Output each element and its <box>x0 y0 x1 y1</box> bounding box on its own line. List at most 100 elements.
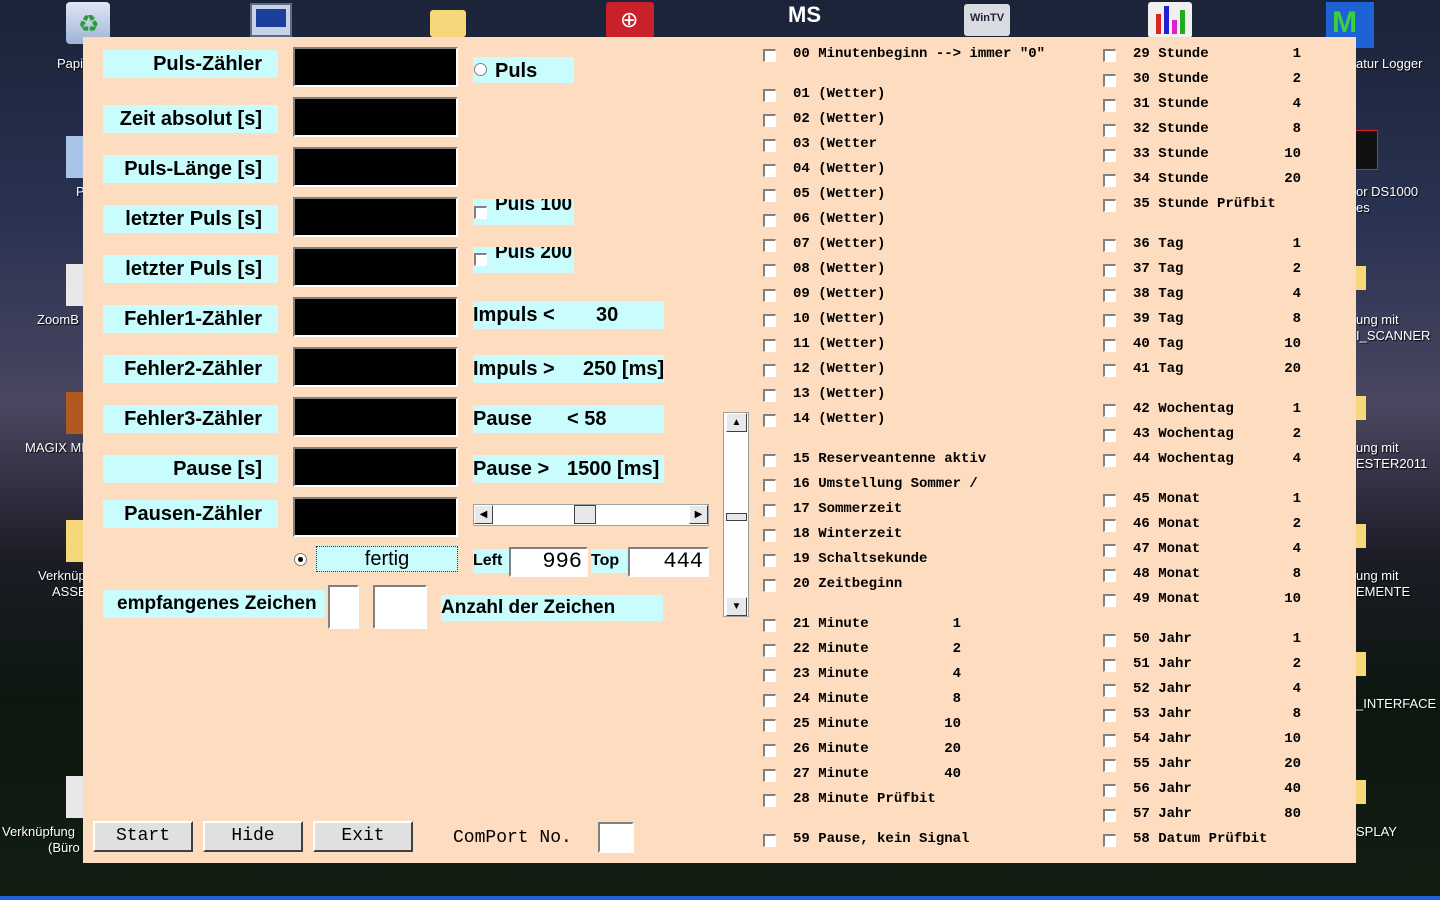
vscroll-thumb[interactable] <box>726 513 747 521</box>
puls200-checkbox[interactable] <box>474 253 487 266</box>
bit-checkbox[interactable] <box>1103 429 1116 442</box>
bit-checkbox[interactable] <box>1103 289 1116 302</box>
bit-checkbox[interactable] <box>1103 659 1116 672</box>
fertig-radio[interactable] <box>294 553 307 566</box>
bit-checkbox[interactable] <box>1103 99 1116 112</box>
folder-icon[interactable] <box>430 10 466 37</box>
scroll-left-button[interactable]: ◀ <box>474 505 493 524</box>
bit-checkbox[interactable] <box>763 289 776 302</box>
computer-icon[interactable] <box>250 3 292 37</box>
bit-checkbox[interactable] <box>1103 594 1116 607</box>
bit-checkbox[interactable] <box>763 389 776 402</box>
wintv-icon[interactable]: WinTV <box>964 4 1010 36</box>
scroll-right-button[interactable]: ▶ <box>689 505 708 524</box>
bit-checkbox[interactable] <box>763 554 776 567</box>
bit-checkbox[interactable] <box>763 189 776 202</box>
bit-checkbox[interactable] <box>763 239 776 252</box>
puls100-checkbox[interactable] <box>474 206 487 219</box>
bit-checkbox[interactable] <box>1103 759 1116 772</box>
bit-checkbox[interactable] <box>1103 174 1116 187</box>
bit-checkbox[interactable] <box>1103 734 1116 747</box>
comport-field[interactable] <box>598 822 634 853</box>
fehler3-display <box>293 397 458 437</box>
bit-checkbox[interactable] <box>763 769 776 782</box>
scroll-thumb[interactable] <box>574 505 596 524</box>
bit-checkbox[interactable] <box>763 139 776 152</box>
desktop-icon-label: _INTERFACE <box>1356 696 1437 711</box>
horizontal-scrollbar[interactable]: ◀ ▶ <box>473 504 709 526</box>
bit-checkbox[interactable] <box>1103 239 1116 252</box>
bit-checkbox[interactable] <box>1103 519 1116 532</box>
scroll-up-button[interactable]: ▲ <box>726 413 747 432</box>
bit-checkbox[interactable] <box>763 339 776 352</box>
shortcut-icon[interactable] <box>66 520 84 562</box>
start-button[interactable]: Start <box>93 821 193 852</box>
bit-right-row: 46 Monat 2 <box>1103 515 1353 535</box>
bit-checkbox[interactable] <box>763 214 776 227</box>
bit-checkbox[interactable] <box>1103 199 1116 212</box>
shortcut-icon[interactable] <box>66 776 84 818</box>
bit-checkbox[interactable] <box>1103 454 1116 467</box>
bit-checkbox[interactable] <box>1103 364 1116 377</box>
scroll-down-button[interactable]: ▼ <box>726 597 747 616</box>
shortcut-icon[interactable] <box>66 392 84 434</box>
ms-app-icon[interactable]: MS <box>788 2 832 38</box>
exit-button[interactable]: Exit <box>313 821 413 852</box>
chart-app-icon[interactable] <box>1148 2 1192 38</box>
bit-checkbox[interactable] <box>763 834 776 847</box>
bit-checkbox[interactable] <box>1103 264 1116 277</box>
pause-display <box>293 447 458 487</box>
bit-checkbox[interactable] <box>1103 124 1116 137</box>
bit-checkbox[interactable] <box>763 744 776 757</box>
shortcut-icon[interactable] <box>66 136 84 178</box>
vertical-scrollbar[interactable]: ▲ ▼ <box>723 412 749 617</box>
bit-checkbox[interactable] <box>1103 809 1116 822</box>
bit-checkbox[interactable] <box>763 454 776 467</box>
bit-checkbox[interactable] <box>763 414 776 427</box>
bit-checkbox[interactable] <box>1103 834 1116 847</box>
bit-checkbox[interactable] <box>763 504 776 517</box>
bit-checkbox[interactable] <box>763 49 776 62</box>
left-value-field[interactable]: 996 <box>509 547 588 577</box>
bit-checkbox[interactable] <box>1103 684 1116 697</box>
bit-checkbox[interactable] <box>763 314 776 327</box>
bit-checkbox[interactable] <box>763 89 776 102</box>
hide-button[interactable]: Hide <box>203 821 303 852</box>
network-app-icon[interactable]: ⊕ <box>606 2 654 38</box>
bit-checkbox[interactable] <box>763 364 776 377</box>
bit-label: 20 Zeitbeginn <box>793 576 903 592</box>
bit-checkbox[interactable] <box>1103 74 1116 87</box>
bit-checkbox[interactable] <box>763 479 776 492</box>
bit-checkbox[interactable] <box>763 719 776 732</box>
bit-checkbox[interactable] <box>1103 634 1116 647</box>
pausen-zaehler-label: Pausen-Zähler <box>103 500 278 528</box>
bit-checkbox[interactable] <box>763 114 776 127</box>
bit-checkbox[interactable] <box>763 529 776 542</box>
bit-checkbox[interactable] <box>763 579 776 592</box>
bit-checkbox[interactable] <box>1103 709 1116 722</box>
bit-checkbox[interactable] <box>763 794 776 807</box>
bit-checkbox[interactable] <box>1103 149 1116 162</box>
bit-checkbox[interactable] <box>763 264 776 277</box>
bit-checkbox[interactable] <box>1103 339 1116 352</box>
bit-checkbox[interactable] <box>1103 784 1116 797</box>
bit-label: 46 Monat 2 <box>1133 516 1302 532</box>
received-char-code-field[interactable] <box>373 585 427 629</box>
bit-checkbox[interactable] <box>1103 314 1116 327</box>
bit-checkbox[interactable] <box>1103 494 1116 507</box>
bit-checkbox[interactable] <box>763 619 776 632</box>
bit-checkbox[interactable] <box>763 164 776 177</box>
puls-radio-dot[interactable] <box>474 63 487 76</box>
bit-checkbox[interactable] <box>763 644 776 657</box>
shortcut-icon[interactable] <box>66 264 84 306</box>
bit-checkbox[interactable] <box>763 669 776 682</box>
bit-checkbox[interactable] <box>1103 49 1116 62</box>
bit-checkbox[interactable] <box>763 694 776 707</box>
bit-label: 39 Tag 8 <box>1133 311 1302 327</box>
bit-checkbox[interactable] <box>1103 544 1116 557</box>
received-char-field[interactable] <box>328 585 359 629</box>
top-value-field[interactable]: 444 <box>628 547 709 577</box>
bit-checkbox[interactable] <box>1103 569 1116 582</box>
fertig-label[interactable]: fertig <box>316 546 458 572</box>
bit-checkbox[interactable] <box>1103 404 1116 417</box>
